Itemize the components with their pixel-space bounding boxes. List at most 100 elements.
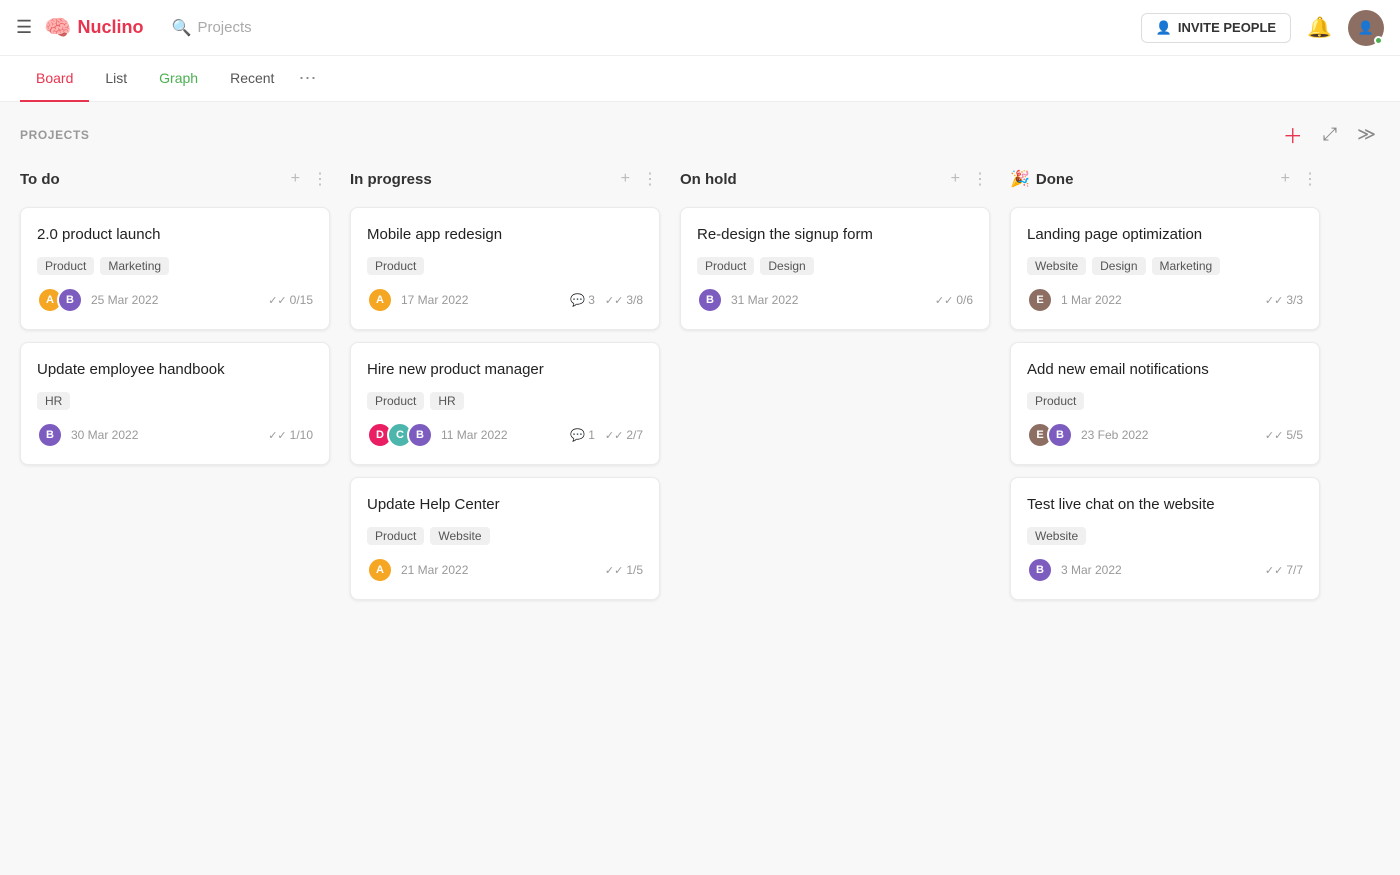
invite-label: INVITE PEOPLE (1178, 20, 1276, 35)
card-card-3[interactable]: Mobile app redesignProductA17 Mar 2022💬 … (350, 207, 660, 330)
column-add-button-done[interactable]: + (1279, 168, 1292, 190)
card-avatar-card-4-2: B (407, 422, 433, 448)
tag-hr: HR (37, 392, 70, 410)
card-comments-card-3: 💬 3 (570, 293, 595, 307)
column-inprogress: In progress + ⋮ Mobile app redesignProductA… (350, 163, 660, 612)
card-tags-card-4: ProductHR (367, 392, 643, 410)
user-avatar-wrapper: 👤 (1348, 10, 1384, 46)
card-date-card-3: 17 Mar 2022 (401, 293, 468, 307)
search-icon: 🔍 (172, 18, 192, 38)
column-actions-done: +⋮ (1279, 167, 1320, 191)
expand-button[interactable]: ⤢ (1319, 122, 1341, 147)
card-title-card-4: Hire new product manager (367, 359, 643, 380)
collapse-button[interactable]: ≫ (1353, 122, 1380, 147)
tag-marketing: Marketing (1152, 257, 1221, 275)
card-card-1[interactable]: 2.0 product launchProductMarketingAB25 M… (20, 207, 330, 330)
card-footer-left-card-5: A21 Mar 2022 (367, 557, 468, 583)
card-avatar-card-1-1: B (57, 287, 83, 313)
card-avatars-card-5: A (367, 557, 393, 583)
card-title-card-6: Re-design the signup form (697, 224, 973, 245)
card-tags-card-5: ProductWebsite (367, 527, 643, 545)
notification-bell-icon[interactable]: 🔔 (1307, 15, 1332, 40)
card-avatars-card-4: DCB (367, 422, 433, 448)
tag-product: Product (367, 527, 424, 545)
card-avatar-card-5-0: A (367, 557, 393, 583)
card-footer-left-card-9: B3 Mar 2022 (1027, 557, 1122, 583)
column-add-button-todo[interactable]: + (289, 168, 302, 190)
card-date-card-4: 11 Mar 2022 (441, 428, 508, 442)
card-title-card-8: Add new email notifications (1027, 359, 1303, 380)
card-footer-left-card-7: E 1 Mar 2022 (1027, 287, 1122, 313)
card-card-5[interactable]: Update Help Center ProductWebsite A21 Mar … (350, 477, 660, 600)
card-date-card-7: 1 Mar 2022 (1061, 293, 1122, 307)
card-footer-left-card-6: B31 Mar 2022 (697, 287, 798, 313)
card-title-card-5: Update Help Center (367, 494, 643, 515)
add-project-button[interactable]: ＋ (1279, 118, 1307, 151)
tab-recent[interactable]: Recent (214, 56, 290, 102)
column-more-button-done[interactable]: ⋮ (1300, 167, 1320, 191)
card-meta-card-3: 💬 3✓✓ 3/8 (570, 293, 643, 307)
card-footer-left-card-8: EB23 Feb 2022 (1027, 422, 1148, 448)
tab-more-icon[interactable]: ⋯ (290, 58, 324, 99)
column-header-inprogress: In progress + ⋮ (350, 163, 660, 195)
tag-website: Website (1027, 257, 1086, 275)
card-comments-card-4: 💬 1 (570, 428, 595, 442)
card-checks-card-2: ✓✓ 1/10 (268, 428, 313, 442)
card-card-9[interactable]: Test live chat on the websiteWebsiteB3 M… (1010, 477, 1320, 600)
toolbar-actions: ＋ ⤢ ≫ (1279, 118, 1380, 151)
tag-product: Product (37, 257, 94, 275)
card-tags-card-7: WebsiteDesignMarketing (1027, 257, 1303, 275)
card-checks-card-5: ✓✓ 1/5 (605, 563, 643, 577)
column-header-onhold: On hold + ⋮ (680, 163, 990, 195)
card-tags-card-1: ProductMarketing (37, 257, 313, 275)
tag-website: Website (1027, 527, 1086, 545)
tab-board[interactable]: Board (20, 56, 89, 102)
card-checks-card-7: ✓✓ 3/3 (1265, 293, 1303, 307)
column-add-button-onhold[interactable]: + (949, 168, 962, 190)
card-meta-card-1: ✓✓ 0/15 (268, 293, 313, 307)
column-title-inprogress: In progress (350, 171, 432, 188)
card-tags-card-2: HR (37, 392, 313, 410)
card-tags-card-6: ProductDesign (697, 257, 973, 275)
tag-hr: HR (430, 392, 463, 410)
column-done: 🎉Done+⋮Landing page optimizationWebsiteD… (1010, 163, 1320, 612)
tag-product: Product (1027, 392, 1084, 410)
column-add-button-inprogress[interactable]: + (619, 168, 632, 190)
card-footer-left-card-2: B30 Mar 2022 (37, 422, 138, 448)
card-title-card-2: Update employee handbook (37, 359, 313, 380)
invite-people-button[interactable]: 👤 INVITE PEOPLE (1141, 13, 1291, 43)
card-tags-card-3: Product (367, 257, 643, 275)
card-footer-card-9: B3 Mar 2022✓✓ 7/7 (1027, 557, 1303, 583)
card-title-card-7: Landing page optimization (1027, 224, 1303, 245)
board: To do+⋮2.0 product launchProductMarketin… (0, 163, 1400, 632)
tab-list[interactable]: List (89, 56, 143, 102)
column-more-button-onhold[interactable]: ⋮ (970, 167, 990, 191)
card-card-2[interactable]: Update employee handbook HR B30 Mar 2022 ✓✓… (20, 342, 330, 465)
column-title-onhold: On hold (680, 171, 737, 188)
card-card-8[interactable]: Add new email notifications Product EB23 F… (1010, 342, 1320, 465)
column-header-todo: To do + ⋮ (20, 163, 330, 195)
card-date-card-9: 3 Mar 2022 (1061, 563, 1122, 577)
card-avatars-card-8: EB (1027, 422, 1073, 448)
card-date-card-1: 25 Mar 2022 (91, 293, 158, 307)
card-avatar-card-7-0: E (1027, 287, 1053, 313)
column-title-done: 🎉Done (1010, 169, 1073, 189)
header-left: ☰ 🧠 Nuclino 🔍 Projects (16, 15, 252, 41)
card-card-6[interactable]: Re-design the signup form ProductDesign B3… (680, 207, 990, 330)
header-right: 👤 INVITE PEOPLE 🔔 👤 (1141, 10, 1384, 46)
card-checks-card-6: ✓✓ 0/6 (935, 293, 973, 307)
tab-graph[interactable]: Graph (143, 56, 214, 102)
logo-icon: 🧠 (44, 15, 71, 41)
card-avatars-card-1: AB (37, 287, 83, 313)
search-area[interactable]: 🔍 Projects (172, 18, 252, 38)
menu-icon[interactable]: ☰ (16, 17, 32, 38)
card-avatar-card-6-0: B (697, 287, 723, 313)
column-more-button-todo[interactable]: ⋮ (310, 167, 330, 191)
card-footer-left-card-4: DCB 11 Mar 2022 (367, 422, 508, 448)
column-title-todo: To do (20, 171, 60, 188)
card-card-7[interactable]: Landing page optimization WebsiteDesignMa… (1010, 207, 1320, 330)
card-card-4[interactable]: Hire new product manager ProductHR DCB 11 M… (350, 342, 660, 465)
card-avatar-card-8-1: B (1047, 422, 1073, 448)
logo[interactable]: 🧠 Nuclino (44, 15, 143, 41)
column-more-button-inprogress[interactable]: ⋮ (640, 167, 660, 191)
